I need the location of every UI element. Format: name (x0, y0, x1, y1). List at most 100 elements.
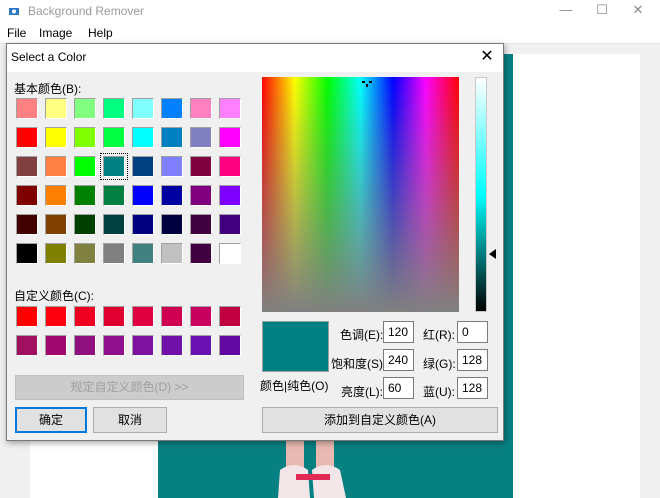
basic-color-swatch-17[interactable] (45, 156, 67, 177)
basic-color-swatch-29[interactable] (161, 185, 183, 206)
basic-color-swatch-19[interactable] (100, 153, 128, 180)
color-solid-label: 颜色|纯色(O) (260, 379, 329, 393)
basic-color-swatch-21[interactable] (161, 156, 183, 177)
basic-color-swatch-42[interactable] (74, 243, 96, 264)
basic-color-swatch-6[interactable] (190, 98, 212, 119)
crosshair-icon (362, 81, 372, 87)
basic-color-swatch-37[interactable] (161, 214, 183, 235)
basic-color-swatch-40[interactable] (16, 243, 38, 264)
minimize-button[interactable]: — (548, 0, 584, 22)
basic-color-swatch-16[interactable] (16, 156, 38, 177)
color-preview (262, 321, 329, 372)
luminance-arrow-icon[interactable] (489, 249, 496, 259)
saturation-field[interactable]: 240 (383, 349, 414, 371)
custom-color-swatch-0[interactable] (16, 306, 38, 327)
basic-color-swatch-43[interactable] (103, 243, 125, 264)
basic-color-swatch-22[interactable] (190, 156, 212, 177)
basic-color-swatch-8[interactable] (16, 127, 38, 148)
custom-color-swatch-6[interactable] (190, 306, 212, 327)
blue-field[interactable]: 128 (457, 377, 488, 399)
color-dialog: Select a Color ✕ 基本颜色(B): 自定义颜色(C): 规定自定… (6, 43, 504, 441)
luminance-slider[interactable] (475, 77, 487, 312)
saturation-label: 饱和度(S): (331, 357, 387, 371)
luminance-field[interactable]: 60 (383, 377, 414, 399)
basic-color-swatch-39[interactable] (219, 214, 241, 235)
basic-color-swatch-32[interactable] (16, 214, 38, 235)
luminance-label: 亮度(L): (341, 385, 384, 399)
red-field[interactable]: 0 (457, 321, 488, 343)
custom-color-swatch-4[interactable] (132, 306, 154, 327)
app-title: Background Remover (28, 4, 145, 18)
hue-label: 色调(E): (340, 328, 384, 342)
add-to-custom-colors-button[interactable]: 添加到自定义颜色(A) (262, 407, 498, 433)
maximize-button[interactable]: ☐ (584, 0, 620, 22)
custom-colors-label: 自定义颜色(C): (14, 289, 94, 303)
basic-color-swatch-20[interactable] (132, 156, 154, 177)
close-window-button[interactable]: ✕ (620, 0, 656, 22)
blue-label: 蓝(U): (423, 385, 455, 399)
basic-color-swatch-0[interactable] (16, 98, 38, 119)
basic-color-swatch-24[interactable] (16, 185, 38, 206)
basic-color-swatch-28[interactable] (132, 185, 154, 206)
basic-color-swatch-13[interactable] (161, 127, 183, 148)
basic-color-swatch-7[interactable] (219, 98, 241, 119)
green-field[interactable]: 128 (457, 349, 488, 371)
basic-color-swatch-27[interactable] (103, 185, 125, 206)
basic-color-swatch-10[interactable] (74, 127, 96, 148)
basic-color-swatch-2[interactable] (74, 98, 96, 119)
custom-color-swatch-2[interactable] (74, 306, 96, 327)
custom-color-swatch-3[interactable] (103, 306, 125, 327)
basic-color-swatch-4[interactable] (132, 98, 154, 119)
app-icon (9, 8, 19, 15)
basic-color-swatch-30[interactable] (190, 185, 212, 206)
custom-color-swatch-7[interactable] (219, 306, 241, 327)
custom-color-swatch-9[interactable] (45, 335, 67, 356)
basic-color-swatch-14[interactable] (190, 127, 212, 148)
hue-field[interactable]: 120 (383, 321, 414, 343)
basic-color-swatch-1[interactable] (45, 98, 67, 119)
menu-help[interactable]: Help (88, 26, 113, 40)
basic-color-swatch-11[interactable] (103, 127, 125, 148)
basic-color-swatch-26[interactable] (74, 185, 96, 206)
dialog-close-button[interactable]: ✕ (471, 44, 503, 72)
basic-color-swatch-12[interactable] (132, 127, 154, 148)
basic-color-swatch-44[interactable] (132, 243, 154, 264)
dialog-titlebar: Select a Color ✕ (7, 44, 503, 72)
basic-color-swatch-45[interactable] (161, 243, 183, 264)
custom-color-swatch-14[interactable] (190, 335, 212, 356)
basic-color-swatch-15[interactable] (219, 127, 241, 148)
custom-color-swatch-11[interactable] (103, 335, 125, 356)
basic-color-swatch-31[interactable] (219, 185, 241, 206)
basic-color-swatch-25[interactable] (45, 185, 67, 206)
menu-file[interactable]: File (7, 26, 26, 40)
custom-color-swatch-5[interactable] (161, 306, 183, 327)
menubar: File Image Help (0, 22, 660, 44)
red-label: 红(R): (423, 328, 455, 342)
basic-color-swatch-9[interactable] (45, 127, 67, 148)
basic-color-swatch-5[interactable] (161, 98, 183, 119)
color-spectrum[interactable] (262, 77, 459, 312)
ok-button[interactable]: 确定 (15, 407, 87, 433)
basic-color-swatch-36[interactable] (132, 214, 154, 235)
basic-color-swatch-46[interactable] (190, 243, 212, 264)
custom-color-swatch-15[interactable] (219, 335, 241, 356)
basic-color-swatch-41[interactable] (45, 243, 67, 264)
custom-color-swatch-1[interactable] (45, 306, 67, 327)
cancel-button[interactable]: 取消 (93, 407, 167, 433)
basic-color-swatch-35[interactable] (103, 214, 125, 235)
basic-colors-grid (16, 98, 248, 268)
basic-color-swatch-3[interactable] (103, 98, 125, 119)
basic-color-swatch-38[interactable] (190, 214, 212, 235)
basic-color-swatch-23[interactable] (219, 156, 241, 177)
custom-color-swatch-8[interactable] (16, 335, 38, 356)
menu-image[interactable]: Image (39, 26, 72, 40)
define-custom-colors-button[interactable]: 规定自定义颜色(D) >> (15, 375, 244, 400)
basic-color-swatch-34[interactable] (74, 214, 96, 235)
basic-color-swatch-47[interactable] (219, 243, 241, 264)
custom-color-swatch-13[interactable] (161, 335, 183, 356)
basic-color-swatch-18[interactable] (74, 156, 96, 177)
basic-color-swatch-33[interactable] (45, 214, 67, 235)
custom-color-swatch-10[interactable] (74, 335, 96, 356)
custom-color-swatch-12[interactable] (132, 335, 154, 356)
main-titlebar: Background Remover — ☐ ✕ (0, 0, 660, 22)
